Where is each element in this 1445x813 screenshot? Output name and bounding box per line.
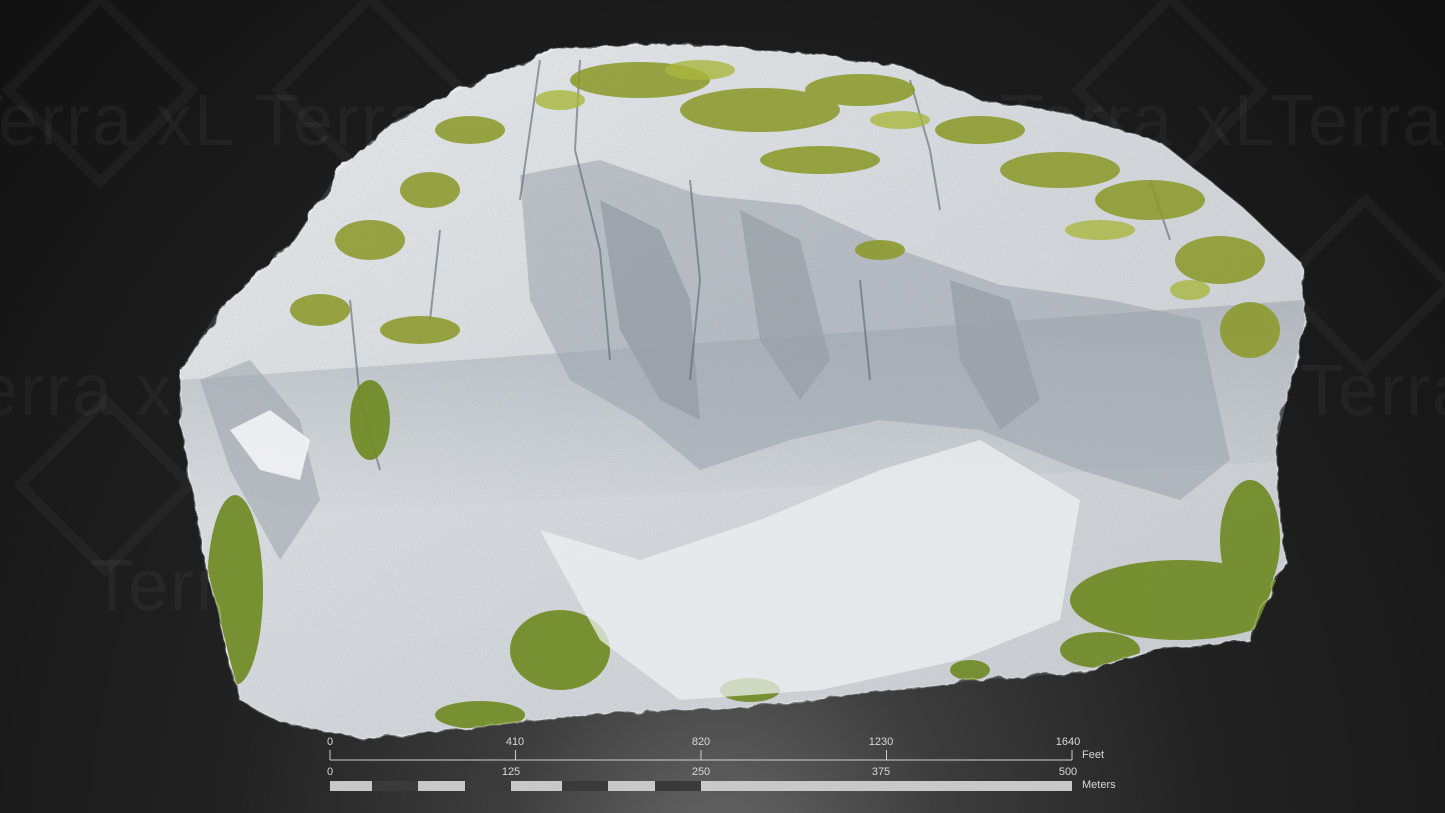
terrain-model[interactable] [0, 0, 1445, 813]
model-viewport[interactable]: Terra xL Terra xL Terra xL Terra xL Terr… [0, 0, 1445, 813]
